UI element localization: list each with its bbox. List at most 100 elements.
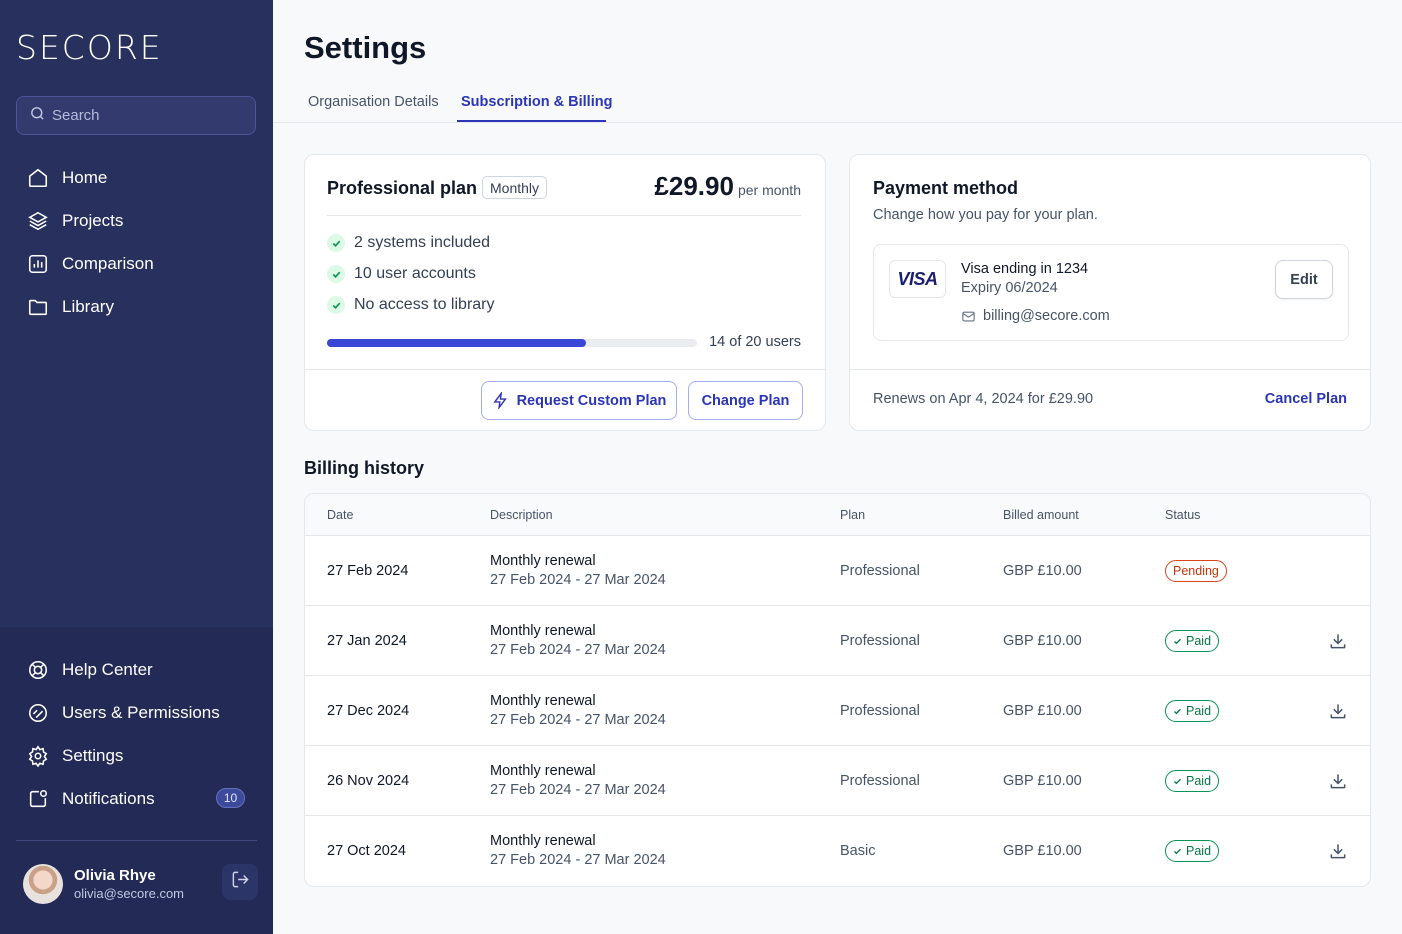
card-number: Visa ending in 1234 [961,261,1089,277]
divider [327,215,801,216]
row-date: 27 Feb 2024 [327,563,409,579]
nav-label: Settings [62,746,124,765]
tab-subscription-billing[interactable]: Subscription & Billing [461,94,612,110]
change-plan-button[interactable]: Change Plan [688,381,803,420]
price-unit: per month [737,182,801,198]
row-amount: GBP £10.00 [1003,633,1082,649]
nav-item-library[interactable]: Library [26,292,114,322]
nav-item-home[interactable]: Home [26,163,107,193]
feature-label: No access to library [354,296,495,313]
search-box[interactable] [16,96,256,135]
nav-label: Projects [62,211,124,230]
feature-item: 2 systems included [327,234,490,252]
check-icon [327,296,345,314]
card-details: VISA Visa ending in 1234 Expiry 06/2024 … [873,244,1349,341]
row-amount: GBP £10.00 [1003,703,1082,719]
download-icon[interactable] [1328,771,1348,791]
table-row[interactable]: 27 Dec 2024 Monthly renewal 27 Feb 2024 … [305,676,1370,746]
table-row[interactable]: 27 Oct 2024 Monthly renewal 27 Feb 2024 … [305,816,1370,886]
nav-label: Users & Permissions [62,703,220,722]
visa-logo-icon: VISA [889,260,946,298]
billing-email: billing@secore.com [961,308,1110,324]
payment-title: Payment method [873,178,1019,198]
gear-icon [26,744,50,768]
feature-label: 2 systems included [354,234,491,251]
usage-progress-bar [327,339,697,347]
sidebar: SECORE Home Projects Comparison Library … [0,0,273,934]
logout-icon [231,870,250,894]
column-header-date[interactable]: Date [327,508,353,522]
logout-button[interactable] [222,864,258,900]
row-description: Monthly renewal [490,763,596,779]
row-amount: GBP £10.00 [1003,563,1082,579]
nav-item-help-center[interactable]: Help Center [26,655,153,685]
avatar[interactable] [23,864,63,904]
plan-name: Professional plan [327,178,478,198]
edit-payment-button[interactable]: Edit [1275,260,1333,299]
billing-history-title: Billing history [304,458,425,478]
life-buoy-icon [26,658,50,682]
brand-logo[interactable]: SECORE [16,28,163,67]
row-period: 27 Feb 2024 - 27 Mar 2024 [490,852,666,868]
feature-label: 10 user accounts [354,265,476,282]
row-amount: GBP £10.00 [1003,843,1082,859]
nav-label: Notifications [62,789,155,808]
billing-email-text: billing@secore.com [983,308,1110,324]
divider [850,369,1370,370]
usage-text: 14 of 20 users [709,334,801,350]
check-icon [1173,637,1182,646]
nav-label: Library [62,297,114,316]
nav-item-users-permissions[interactable]: Users & Permissions [26,698,220,728]
nav-item-settings[interactable]: Settings [26,741,123,771]
column-header-plan[interactable]: Plan [840,508,865,522]
bar-chart-icon [26,252,50,276]
status-label: Paid [1186,634,1212,648]
table-row[interactable]: 27 Feb 2024 Monthly renewal 27 Feb 2024 … [305,536,1370,606]
search-icon [29,105,46,127]
row-period: 27 Feb 2024 - 27 Mar 2024 [490,782,666,798]
nav-label: Comparison [62,254,154,273]
download-icon[interactable] [1328,631,1348,651]
payment-subtitle: Change how you pay for your plan. [873,207,1098,223]
table-row[interactable]: 26 Nov 2024 Monthly renewal 27 Feb 2024 … [305,746,1370,816]
row-plan: Professional [840,633,920,649]
check-icon [1173,707,1182,716]
status-label: Pending [1173,564,1219,578]
status-badge: Paid [1165,770,1220,792]
column-header-description[interactable]: Description [490,508,553,522]
row-date: 27 Jan 2024 [327,633,407,649]
feature-item: No access to library [327,296,495,314]
billing-cycle-badge: Monthly [482,176,548,199]
nav-item-projects[interactable]: Projects [26,206,123,236]
folder-icon [26,295,50,319]
row-period: 27 Feb 2024 - 27 Mar 2024 [490,712,666,728]
check-icon [327,234,345,252]
request-custom-plan-button[interactable]: Request Custom Plan [481,381,677,420]
notification-icon [26,787,50,811]
nav-item-notifications[interactable]: Notifications [26,784,155,814]
status-label: Paid [1186,704,1212,718]
row-plan: Basic [840,843,876,859]
nav-item-comparison[interactable]: Comparison [26,249,154,279]
nav-label: Help Center [62,660,153,679]
mail-icon [961,309,976,324]
table-row[interactable]: 27 Jan 2024 Monthly renewal 27 Feb 2024 … [305,606,1370,676]
divider [305,369,825,370]
tab-organisation-details[interactable]: Organisation Details [308,94,439,110]
download-icon[interactable] [1328,701,1348,721]
user-name: Olivia Rhye [74,867,156,884]
check-icon [1173,847,1182,856]
table-header: Date Description Plan Billed amount Stat… [305,494,1370,536]
column-header-amount[interactable]: Billed amount [1003,508,1079,522]
column-header-status[interactable]: Status [1165,508,1200,522]
renewal-text: Renews on Apr 4, 2024 for £29.90 [873,391,1094,407]
payment-method-card: Payment method Change how you pay for yo… [849,154,1371,431]
row-plan: Professional [840,563,920,579]
notification-count-badge: 10 [216,788,245,808]
search-input[interactable] [52,107,242,124]
cancel-plan-link[interactable]: Cancel Plan [1265,391,1347,407]
row-description: Monthly renewal [490,693,596,709]
download-icon[interactable] [1328,841,1348,861]
row-period: 27 Feb 2024 - 27 Mar 2024 [490,572,666,588]
row-date: 27 Oct 2024 [327,843,406,859]
